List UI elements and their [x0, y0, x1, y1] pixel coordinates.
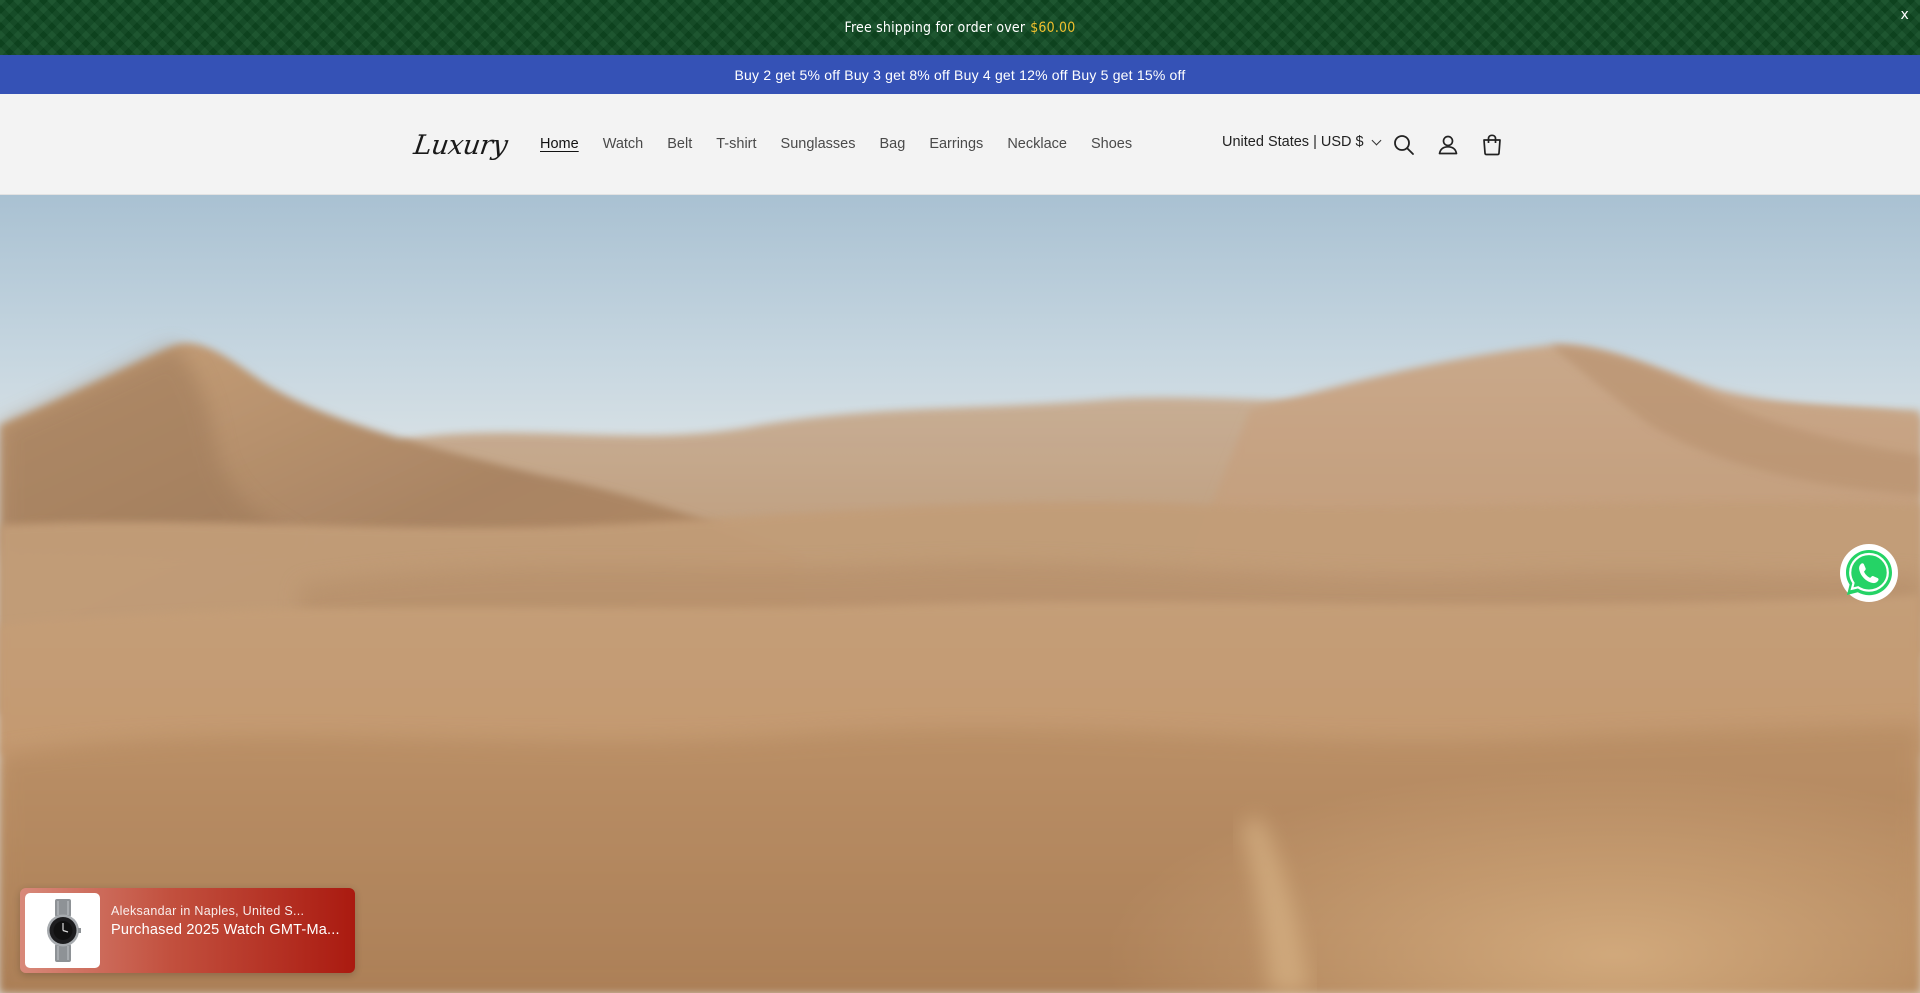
nav-item-earrings[interactable]: Earrings [929, 134, 983, 154]
hero-banner [0, 195, 1920, 993]
product-thumbnail [25, 893, 100, 968]
country-selector-label: United States | USD $ [1222, 134, 1364, 150]
nav-item-necklace[interactable]: Necklace [1007, 134, 1067, 154]
cart-icon[interactable] [1479, 132, 1505, 158]
whatsapp-icon [1840, 544, 1898, 602]
search-icon[interactable] [1391, 132, 1417, 158]
nav-item-belt[interactable]: Belt [667, 134, 692, 154]
desert-dunes-image [0, 343, 1920, 993]
nav-item-sunglasses[interactable]: Sunglasses [781, 134, 856, 154]
nav-item-shoes[interactable]: Shoes [1091, 134, 1132, 154]
site-header: Luxury Home Watch Belt T-shirt Sunglasse… [0, 94, 1920, 195]
nav-item-tshirt[interactable]: T-shirt [716, 134, 756, 154]
whatsapp-chat-button[interactable] [1839, 543, 1899, 603]
site-logo[interactable]: Luxury [412, 130, 509, 161]
nav-item-watch[interactable]: Watch [603, 134, 644, 154]
purchase-customer-location: Aleksandar in Naples, United S... [111, 904, 305, 918]
announcement-text: Free shipping for order over [844, 19, 1026, 36]
watch-icon [47, 899, 81, 962]
country-selector[interactable]: United States | USD $ [1222, 134, 1382, 150]
promo-bar: Buy 2 get 5% off Buy 3 get 8% off Buy 4 … [0, 55, 1920, 94]
announcement-bar: Free shipping for order over $60.00 x [0, 0, 1920, 55]
announcement-amount: $60.00 [1030, 19, 1076, 36]
nav-item-bag[interactable]: Bag [880, 134, 906, 154]
purchase-product-name: Purchased 2025 Watch GMT-Ma... [111, 922, 340, 938]
promo-text: Buy 2 get 5% off Buy 3 get 8% off Buy 4 … [734, 66, 1186, 83]
announcement-close-button[interactable]: x [1901, 7, 1910, 23]
recent-purchase-popup[interactable]: Aleksandar in Naples, United S... Purcha… [20, 888, 355, 973]
nav-item-home[interactable]: Home [540, 134, 579, 154]
chevron-down-icon [1371, 135, 1382, 145]
main-nav: Home Watch Belt T-shirt Sunglasses Bag E… [540, 134, 1156, 154]
account-icon[interactable] [1435, 132, 1461, 158]
